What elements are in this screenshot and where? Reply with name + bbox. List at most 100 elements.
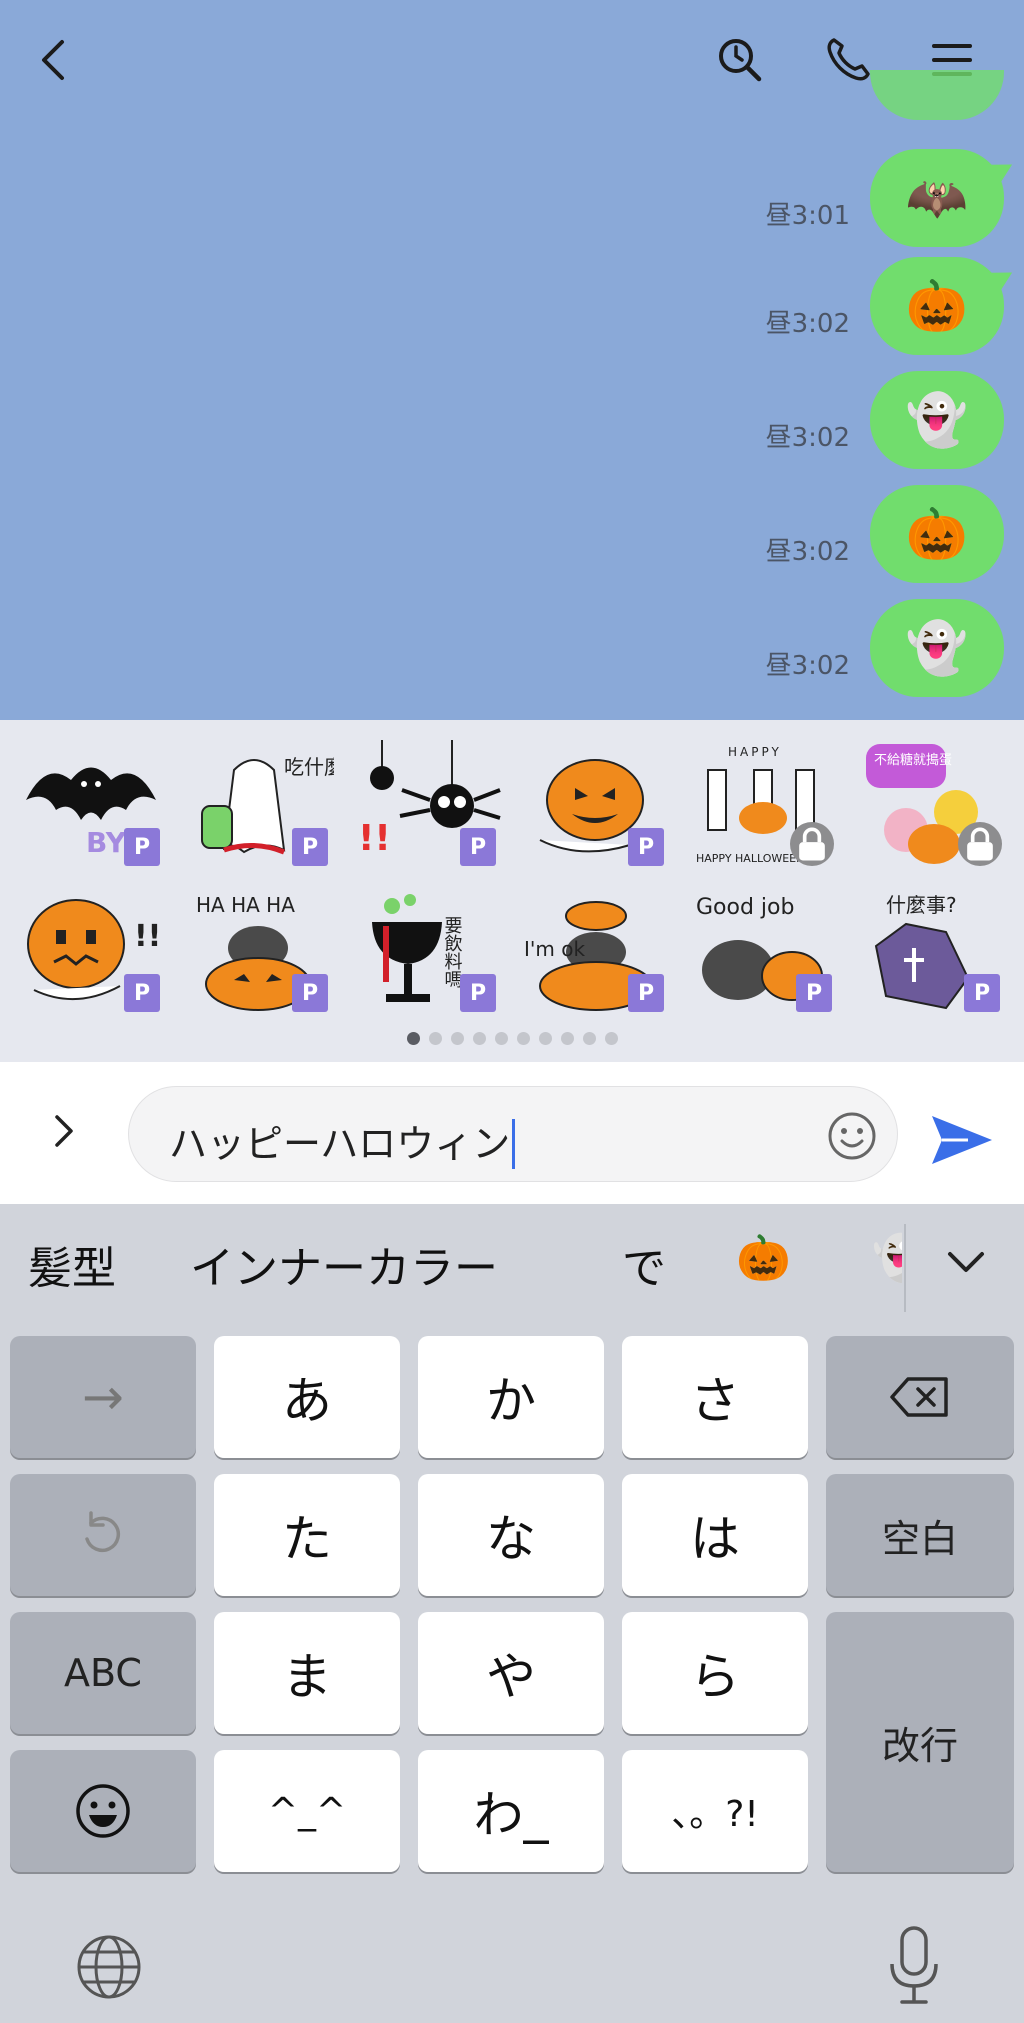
space-key[interactable]: 空白	[826, 1474, 1014, 1596]
smiley-icon	[76, 1784, 130, 1838]
sticker-cat-good-job[interactable]: Good job P	[688, 886, 838, 1016]
backspace-key[interactable]	[826, 1336, 1014, 1458]
sticker-ghost-eat[interactable]: 吃什麼? P	[184, 740, 355, 870]
message-time: 昼3:02	[765, 308, 850, 339]
premium-badge: P	[964, 974, 1000, 1012]
divider	[904, 1224, 906, 1312]
key-ya[interactable]: や	[418, 1612, 604, 1734]
kaomoji-key[interactable]: ^_^	[214, 1750, 400, 1872]
message-bubble[interactable]: 🎃	[870, 257, 1004, 355]
page-dot[interactable]	[428, 1032, 442, 1045]
premium-badge: P	[124, 828, 160, 866]
chevron-right-icon[interactable]	[30, 1098, 96, 1164]
suggestion[interactable]: 髪型	[28, 1232, 116, 1296]
page-dot[interactable]	[582, 1032, 596, 1045]
message-time: 昼3:02	[765, 536, 850, 567]
enter-key[interactable]: 改行	[826, 1612, 1014, 1872]
undo-icon	[85, 1511, 121, 1553]
sticker-trick-or-treat[interactable]: 不給糖就搗蛋	[856, 740, 1006, 870]
sticker-happy-halloween[interactable]: HAPPY HAPPY HALLOWEEN	[688, 740, 838, 870]
keyboard-bottom-bar	[0, 1892, 1024, 2023]
suggestion[interactable]: 👻	[872, 1232, 902, 1284]
page-dot[interactable]	[406, 1032, 420, 1045]
message-bubble[interactable]: 🎃	[870, 485, 1004, 583]
input-value: ハッピーハロウィン	[169, 1122, 511, 1166]
page-dot[interactable]	[450, 1032, 464, 1045]
page-dot[interactable]	[494, 1032, 508, 1045]
suggestion[interactable]: 🎃	[736, 1232, 791, 1284]
suggestion[interactable]: で	[622, 1232, 666, 1296]
back-icon[interactable]	[20, 24, 92, 96]
sticker-pumpkin-scared[interactable]: !! P	[16, 886, 166, 1016]
punctuation-key[interactable]: 、。?!	[622, 1750, 808, 1872]
chat-header	[0, 0, 1024, 120]
sticker-spiders[interactable]: !! P	[352, 740, 502, 870]
sticker-page-indicator[interactable]	[0, 1032, 1024, 1052]
undo-key[interactable]	[10, 1474, 196, 1596]
message-time: 昼3:01	[765, 200, 850, 231]
message-input-text: ハッピーハロウィン	[169, 1113, 516, 1169]
message-row: 昼3:01 🦇	[766, 148, 1004, 248]
key-wa[interactable]: わ_	[418, 1750, 604, 1872]
key-a[interactable]: あ	[214, 1336, 400, 1458]
sticker-cat-hahaha[interactable]: HA HA HA P	[184, 886, 334, 1016]
bat-emoji: 🦇	[905, 168, 969, 227]
message-time: 昼3:02	[765, 650, 850, 681]
emoji-key[interactable]	[10, 1750, 196, 1872]
message-bubble[interactable]: 🦇	[870, 149, 1004, 247]
text-caret	[512, 1118, 516, 1169]
key-ra[interactable]: ら	[622, 1612, 808, 1734]
sticker-coffin-what[interactable]: 什麼事? P	[856, 886, 1006, 1016]
key-ha[interactable]: は	[622, 1474, 808, 1596]
sticker-jack-o-lantern-ghost[interactable]: P	[520, 740, 670, 870]
premium-badge: P	[460, 974, 496, 1012]
sticker-bat-bye[interactable]: BYE P	[16, 740, 166, 870]
sticker-panel: BYE P 吃什麼? P !! P P HAPPY HAPPY HALLOWEEN…	[0, 720, 1024, 1062]
premium-badge: P	[796, 974, 832, 1012]
premium-badge: P	[292, 974, 328, 1012]
key-ka[interactable]: か	[418, 1336, 604, 1458]
lock-icon	[790, 822, 834, 866]
message-bubble[interactable]: 👻	[870, 599, 1004, 697]
message-row: 昼3:02 🎃	[766, 484, 1004, 584]
send-icon[interactable]	[928, 1110, 996, 1170]
sticker-text: Good job	[696, 895, 794, 920]
sticker-text: 吃什麼?	[284, 755, 334, 779]
microphone-icon[interactable]	[886, 1924, 942, 2008]
page-dot[interactable]	[472, 1032, 486, 1045]
lock-icon	[958, 822, 1002, 866]
suggestion[interactable]: インナーカラー	[190, 1232, 498, 1296]
globe-icon[interactable]	[74, 1932, 144, 2002]
abc-key[interactable]: ABC	[10, 1612, 196, 1734]
premium-badge: P	[628, 974, 664, 1012]
emoji-icon[interactable]	[825, 1109, 879, 1163]
ghost-emoji: 👻	[905, 618, 969, 677]
message-time: 昼3:02	[765, 422, 850, 453]
svg-text:HAPPY: HAPPY	[728, 745, 782, 759]
premium-badge: P	[460, 828, 496, 866]
search-history-icon[interactable]	[704, 24, 776, 96]
cursor-right-key[interactable]: →	[10, 1336, 196, 1458]
premium-badge: P	[628, 828, 664, 866]
japanese-keyboard: 髪型 インナーカラー で 🎃 👻 → あ か さ た な は 空白 ABC ま …	[0, 1204, 1024, 2023]
key-ma[interactable]: ま	[214, 1612, 400, 1734]
key-na[interactable]: な	[418, 1474, 604, 1596]
chevron-down-icon[interactable]	[938, 1234, 994, 1290]
sticker-potion-drink[interactable]: 要飲料嗎 P	[352, 886, 502, 1016]
svg-text:!!: !!	[358, 818, 391, 859]
chat-area: 昼3:01 🦇 昼3:02 🎃 昼3:02 👻 昼3:02 🎃 昼3:02 👻	[0, 0, 1024, 720]
sticker-cat-im-ok[interactable]: I'm ok P	[520, 886, 670, 1016]
message-row: 昼3:02 👻	[766, 370, 1004, 470]
page-dot[interactable]	[538, 1032, 552, 1045]
sticker-text: HA HA HA	[196, 893, 295, 917]
premium-badge: P	[124, 974, 160, 1012]
key-ta[interactable]: た	[214, 1474, 400, 1596]
page-dot[interactable]	[560, 1032, 574, 1045]
ghost-emoji: 👻	[905, 390, 969, 449]
page-dot[interactable]	[516, 1032, 530, 1045]
key-sa[interactable]: さ	[622, 1336, 808, 1458]
page-dot[interactable]	[604, 1032, 618, 1045]
backspace-icon	[890, 1377, 948, 1417]
message-input[interactable]: ハッピーハロウィン	[128, 1086, 898, 1182]
message-bubble[interactable]: 👻	[870, 371, 1004, 469]
